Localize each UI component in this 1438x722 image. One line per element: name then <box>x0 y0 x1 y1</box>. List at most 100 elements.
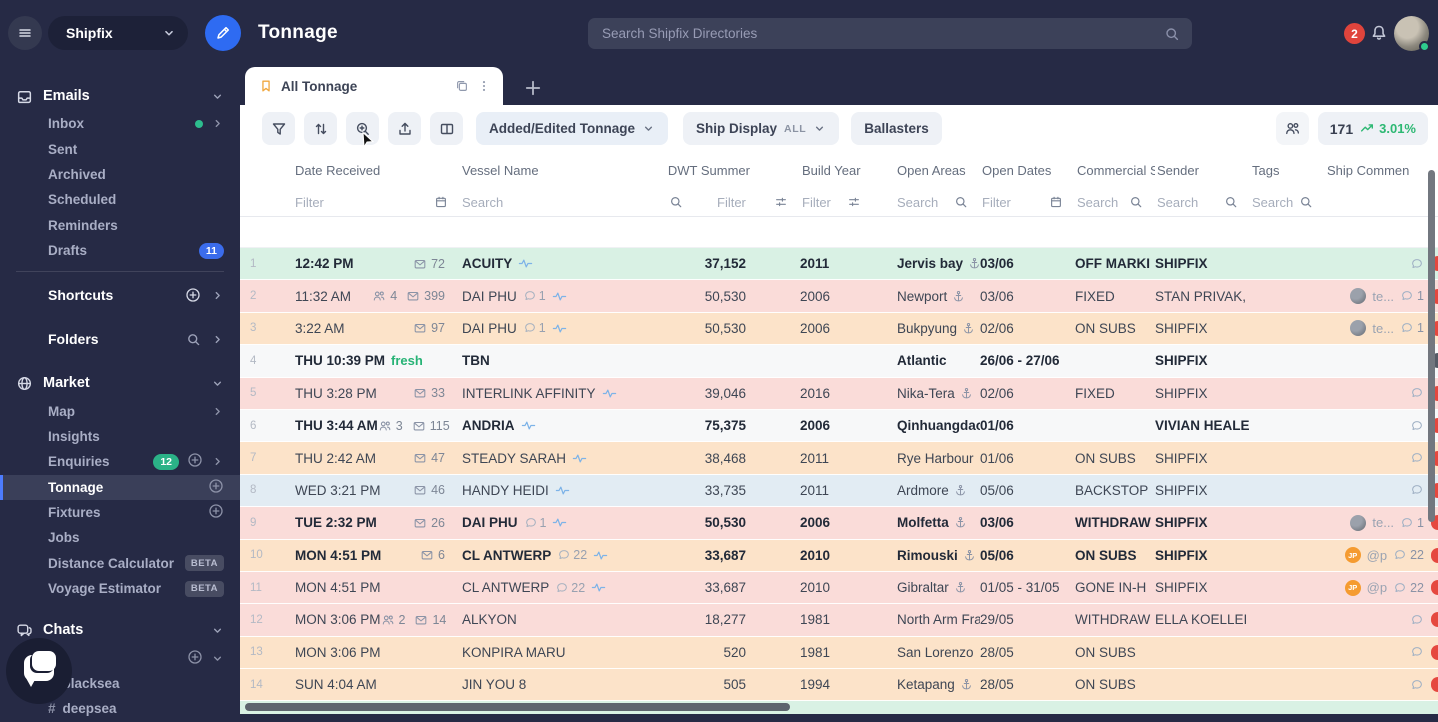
row-number: 5 <box>250 387 257 400</box>
filter-commercial-s[interactable]: Search <box>1075 195 1155 210</box>
cell-ship-comments[interactable] <box>1325 669 1428 700</box>
filter-build-year[interactable]: Filter <box>800 195 895 210</box>
filter-vessel-name[interactable]: Search <box>460 195 695 210</box>
table-row[interactable]: 10 MON 4:51 PM 6 CL ANTWERP 22 33,687 2010 Rimo… <box>240 539 1438 572</box>
menu-button[interactable] <box>8 16 42 50</box>
sidebar-item-inbox[interactable]: Inbox <box>0 111 240 136</box>
share-users-button[interactable] <box>1275 112 1309 145</box>
filter-open-areas[interactable]: Search <box>895 195 980 210</box>
filter-date-received[interactable]: Filter <box>288 195 460 210</box>
tab-all-tonnage[interactable]: All Tonnage <box>245 67 503 105</box>
sidebar-item-enquiries[interactable]: Enquiries 12 <box>0 449 240 474</box>
filter-dwt-summer[interactable]: Filter <box>695 195 800 210</box>
cell-sender: SHIPFIX <box>1155 580 1208 596</box>
sidebar-item-sent[interactable]: Sent <box>0 136 240 161</box>
ballasters-button[interactable]: Ballasters <box>851 112 942 145</box>
cell-ship-comments[interactable]: te... 1 <box>1325 280 1428 311</box>
table-row[interactable]: 14 SUN 4:04 AM JIN YOU 8 505 1994 Ketapang 28/… <box>240 669 1438 702</box>
cell-dwt-summer: 33,687 <box>704 580 746 596</box>
filter-button[interactable] <box>262 112 295 145</box>
bell-icon[interactable] <box>1370 24 1388 42</box>
cell-ship-comments[interactable]: JP @p 22 <box>1325 572 1428 603</box>
sidebar-item-drafts[interactable]: Drafts 11 <box>0 238 240 263</box>
vertical-scrollbar[interactable] <box>1428 170 1435 522</box>
ship-display-dropdown[interactable]: Ship Display ALL <box>683 112 840 145</box>
sidebar-item-insights[interactable]: Insights <box>0 424 240 449</box>
cell-ship-comments[interactable] <box>1325 637 1428 668</box>
column-header-vessel-name[interactable]: Vessel Name <box>460 163 695 178</box>
cell-tags <box>1250 540 1325 571</box>
sidebar-item-map[interactable]: Map <box>0 398 240 423</box>
cell-ship-comments[interactable] <box>1325 345 1428 376</box>
column-header-open-dates[interactable]: Open Dates <box>980 163 1075 178</box>
sidebar-section-shortcuts[interactable]: Shortcuts <box>0 280 240 310</box>
sidebar-section-market[interactable]: Market <box>0 368 240 398</box>
search-input[interactable]: Search Shipfix Directories <box>588 18 1192 49</box>
avatar[interactable] <box>1394 16 1430 52</box>
sidebar-item-voyage-estimator[interactable]: Voyage Estimator BETA <box>0 576 240 601</box>
cell-ship-comments[interactable]: te... 1 <box>1325 507 1428 538</box>
cell-ship-comments[interactable] <box>1325 475 1428 506</box>
sidebar-item-distance-calculator[interactable]: Distance Calculator BETA <box>0 551 240 576</box>
table-row[interactable]: 11 MON 4:51 PM CL ANTWERP 22 33,687 2010 Gibra… <box>240 571 1438 605</box>
column-header-ship-commen[interactable]: Ship Commen <box>1325 163 1428 178</box>
table-row[interactable]: 9 TUE 2:32 PM 26 DAI PHU 1 50,530 2006 Molfetta… <box>240 507 1438 540</box>
sidebar-item-reminders[interactable]: Reminders <box>0 213 240 238</box>
duplicate-tab-icon[interactable] <box>455 79 469 93</box>
cell-ship-comments[interactable] <box>1325 378 1428 409</box>
table-row[interactable]: 12 MON 3:06 PM 2 14 ALKYON 18,277 1981 North Ar… <box>240 604 1438 637</box>
sidebar-item-tonnage[interactable]: Tonnage <box>0 474 240 501</box>
plus-circle-icon[interactable] <box>185 287 201 303</box>
table-row[interactable]: 5 THU 3:28 PM 33 INTERLINK AFFINITY 39,046 20… <box>240 377 1438 410</box>
sidebar-section-emails[interactable]: Emails <box>0 81 240 111</box>
cell-ship-comments[interactable] <box>1325 442 1428 473</box>
workspace-switcher[interactable]: Shipfix <box>48 16 188 50</box>
row-number: 13 <box>250 646 263 659</box>
zoom-plus-icon <box>355 121 371 137</box>
cell-vessel-name: DAI PHU 1 <box>460 507 695 538</box>
columns-button[interactable] <box>430 112 463 145</box>
cell-open-areas: Atlantic <box>897 353 947 369</box>
sliders-icon <box>847 195 861 209</box>
sidebar-section-folders[interactable]: Folders <box>0 324 240 354</box>
tab-menu-icon[interactable] <box>477 79 491 93</box>
sidebar-item-fixtures[interactable]: Fixtures <box>0 500 240 525</box>
cell-ship-comments[interactable] <box>1325 604 1428 635</box>
zoom-in-button[interactable] <box>346 112 379 145</box>
folder-search-icon[interactable] <box>186 332 201 347</box>
filter-tags[interactable]: Search <box>1250 195 1325 210</box>
table-row[interactable]: 3 3:22 AM 97 DAI PHU 1 50,530 2006 Bukpyung 02/0… <box>240 312 1438 346</box>
table-row[interactable]: 1 12:42 PM 72 ACUITY 37,152 2011 Jervis bay 03/… <box>240 248 1438 281</box>
column-header-open-areas[interactable]: Open Areas <box>895 163 980 178</box>
notification-badge[interactable]: 2 <box>1344 23 1365 44</box>
sort-button[interactable] <box>304 112 337 145</box>
cell-open-dates: 02/06 <box>980 320 1014 336</box>
column-header-build-year[interactable]: Build Year <box>800 163 895 178</box>
table-row[interactable]: 2 11:32 AM 4 399 DAI PHU 1 50,530 2006 Newport 03… <box>240 280 1438 313</box>
cell-ship-comments[interactable]: JP @p 22 <box>1325 540 1428 571</box>
column-header-sender[interactable]: Sender <box>1155 163 1250 178</box>
cell-ship-comments[interactable] <box>1325 410 1428 441</box>
filter-sender[interactable]: Search <box>1155 195 1250 210</box>
column-header-date-received[interactable]: Date Received <box>288 163 460 178</box>
export-button[interactable] <box>388 112 421 145</box>
table-row[interactable]: 13 MON 3:06 PM KONPIRA MARU 520 1981 San Lore… <box>240 636 1438 670</box>
table-row[interactable]: 6 THU 3:44 AM 3 115 ANDRIA 75,375 2006 Qinhuang… <box>240 409 1438 443</box>
table-row[interactable]: 8 WED 3:21 PM 46 HANDY HEIDI 33,735 2011 Ardmo… <box>240 474 1438 508</box>
column-header-commercial-s[interactable]: Commercial S <box>1075 163 1155 178</box>
table-row[interactable]: 4 THU 10:39 PM fresh TBN Atlantic 26/06 - 27/… <box>240 345 1438 378</box>
chat-launcher-button[interactable] <box>6 638 72 704</box>
column-header-dwt-summer[interactable]: DWT Summer <box>666 163 760 178</box>
cell-ship-comments[interactable] <box>1325 248 1428 279</box>
column-header-tags[interactable]: Tags <box>1250 163 1325 178</box>
cell-ship-comments[interactable]: te... 1 <box>1325 313 1428 344</box>
table-row[interactable]: 7 THU 2:42 AM 47 STEADY SARAH 38,468 2011 Rye … <box>240 442 1438 475</box>
filter-open-dates[interactable]: Filter <box>980 195 1075 210</box>
sidebar-item-jobs[interactable]: Jobs <box>0 525 240 550</box>
view-dropdown[interactable]: Added/Edited Tonnage <box>476 112 668 145</box>
compose-button[interactable] <box>205 15 241 51</box>
sidebar-item-archived[interactable]: Archived <box>0 162 240 187</box>
sidebar-item-scheduled[interactable]: Scheduled <box>0 187 240 212</box>
new-tab-button[interactable] <box>523 78 543 98</box>
horizontal-scrollbar[interactable] <box>245 703 790 711</box>
